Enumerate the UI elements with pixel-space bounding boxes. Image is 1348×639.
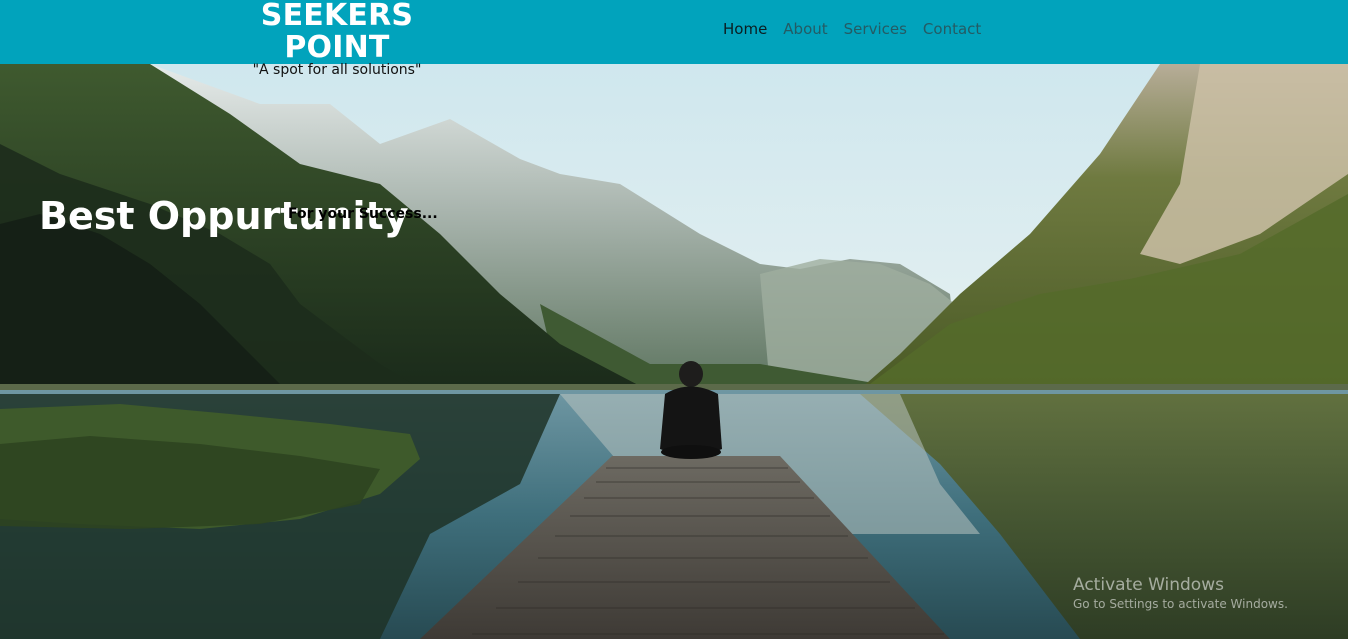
brand[interactable]: SEEKERS POINT "A spot for all solutions": [221, 0, 453, 78]
brand-title[interactable]: SEEKERS POINT: [221, 0, 453, 64]
watermark-title: Activate Windows: [1073, 575, 1224, 595]
hero-subtitle: For your Success...: [288, 206, 438, 222]
watermark-subtitle: Go to Settings to activate Windows.: [1073, 597, 1288, 611]
brand-tagline: "A spot for all solutions": [252, 62, 422, 78]
nav-link-about[interactable]: About: [775, 19, 835, 39]
nav-link-services[interactable]: Services: [836, 19, 915, 39]
nav-links: Home About Services Contact: [715, 19, 989, 39]
navbar: SEEKERS POINT "A spot for all solutions"…: [0, 0, 1348, 78]
nav-link-contact[interactable]: Contact: [915, 19, 989, 39]
hero-section: Best Oppurtunity For your Success...: [0, 64, 1348, 639]
hero-background-image: [0, 64, 1348, 639]
activate-windows-watermark: Activate Windows Go to Settings to activ…: [1073, 574, 1288, 612]
nav-link-home[interactable]: Home: [715, 19, 775, 39]
